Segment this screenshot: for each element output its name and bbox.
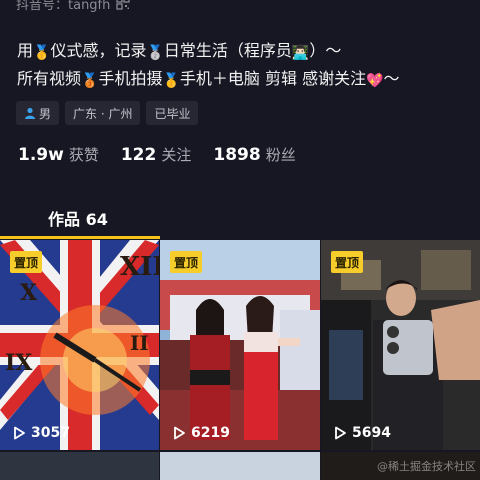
play-count: 5694 — [332, 425, 391, 441]
svg-text:X: X — [20, 280, 38, 306]
profile-tags: 男 广东 · 广州 已毕业 — [16, 101, 199, 125]
silver-medal-emoji: 🥈 — [146, 45, 164, 61]
profile-bio: 用🥇仪式感，记录🥈日常生活（程序员👨🏻‍💻）～ 所有视频🥉手机拍摄🥇手机＋电脑 … — [17, 38, 467, 94]
heart-emoji: 💖 — [366, 73, 384, 89]
play-icon — [14, 426, 25, 440]
stat-following[interactable]: 122 关注 — [121, 144, 192, 165]
content-tab-bar: 作品 64 — [0, 200, 480, 240]
play-icon — [174, 426, 185, 440]
stat-followers[interactable]: 1898 粉丝 — [213, 144, 295, 165]
pinned-badge: 置顶 — [331, 251, 364, 273]
stat-likes: 1.9w 获赞 — [18, 145, 99, 165]
video-grid: XII X IX II 置顶 3057 置顶 6219 置顶 5694 @稀土掘… — [0, 240, 480, 480]
tab-works[interactable]: 作品 64 — [48, 206, 108, 230]
video-thumbnail-1[interactable]: XII X IX II 置顶 3057 — [0, 240, 159, 450]
pinned-badge: 置顶 — [170, 251, 203, 273]
gold-medal-emoji: 🥇 — [162, 73, 180, 89]
svg-text:XII: XII — [120, 252, 159, 282]
video-thumbnail-4[interactable] — [0, 452, 159, 480]
play-count: 3057 — [11, 425, 70, 441]
programmer-emoji: 👨🏻‍💻 — [291, 45, 310, 61]
tag-gender: 男 — [16, 101, 60, 125]
qr-code-icon[interactable] — [116, 0, 131, 10]
tag-education: 已毕业 — [146, 101, 199, 125]
pinned-badge: 置顶 — [10, 251, 43, 273]
account-id: 抖音号：tangfh — [16, 0, 111, 13]
video-thumbnail-3[interactable]: 置顶 5694 — [321, 240, 480, 450]
person-icon — [25, 107, 35, 119]
svg-text:IX: IX — [5, 350, 33, 376]
bio-line-2: 所有视频🥉手机拍摄🥇手机＋电脑 剪辑 感谢关注💖～ — [17, 66, 467, 94]
watermark: @稀土掘金技术社区 — [377, 460, 476, 473]
bio-line-1: 用🥇仪式感，记录🥈日常生活（程序员👨🏻‍💻）～ — [17, 38, 467, 66]
svg-text:II: II — [130, 331, 149, 355]
account-id-row[interactable]: 抖音号：tangfh — [16, 0, 131, 14]
video-thumbnail-6[interactable]: @稀土掘金技术社区 — [321, 452, 480, 480]
bronze-medal-emoji: 🥉 — [81, 73, 99, 89]
tag-location: 广东 · 广州 — [65, 101, 141, 125]
gold-medal-emoji: 🥇 — [33, 45, 51, 61]
video-thumbnail-2[interactable]: 置顶 6219 — [160, 240, 320, 450]
play-icon — [335, 426, 346, 440]
play-count: 6219 — [171, 425, 230, 441]
tab-active-indicator — [0, 236, 160, 239]
profile-stats: 1.9w 获赞 122 关注 1898 粉丝 — [18, 144, 296, 165]
video-thumbnail-5[interactable] — [160, 452, 320, 480]
